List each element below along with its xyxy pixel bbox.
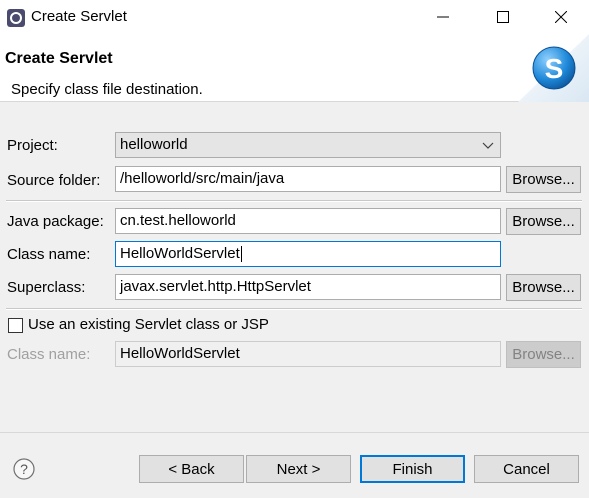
svg-text:S: S xyxy=(545,53,564,84)
project-label: Project: xyxy=(7,137,58,154)
title-bar: Create Servlet xyxy=(0,0,589,34)
cancel-button[interactable]: Cancel xyxy=(474,455,579,483)
close-icon xyxy=(555,11,567,23)
help-icon[interactable]: ? xyxy=(13,458,35,480)
source-folder-browse-button[interactable]: Browse... xyxy=(506,166,581,193)
java-package-label: Java package: xyxy=(7,213,104,230)
chevron-down-icon xyxy=(482,142,494,149)
existing-class-name-field: HelloWorldServlet xyxy=(115,341,501,367)
eclipse-app-icon xyxy=(7,9,25,27)
project-value: helloworld xyxy=(120,136,188,153)
class-name-field[interactable]: HelloWorldServlet xyxy=(115,241,501,267)
java-package-browse-button[interactable]: Browse... xyxy=(506,208,581,235)
minimize-button[interactable] xyxy=(420,0,466,34)
separator xyxy=(6,308,582,310)
minimize-icon xyxy=(437,16,449,18)
back-button[interactable]: < Back xyxy=(139,455,244,483)
maximize-icon xyxy=(497,11,509,23)
close-button[interactable] xyxy=(538,0,584,34)
java-package-field[interactable]: cn.test.helloworld xyxy=(115,208,501,234)
superclass-browse-button[interactable]: Browse... xyxy=(506,274,581,301)
superclass-label: Superclass: xyxy=(7,279,86,296)
use-existing-checkbox[interactable] xyxy=(8,318,23,333)
wizard-description: Specify class file destination. xyxy=(11,81,203,98)
class-name-value: HelloWorldServlet xyxy=(120,245,240,262)
servlet-banner-icon: S xyxy=(518,34,589,102)
finish-button[interactable]: Finish xyxy=(360,455,465,483)
svg-text:?: ? xyxy=(20,461,28,477)
next-button[interactable]: Next > xyxy=(246,455,351,483)
existing-class-browse-button: Browse... xyxy=(506,341,581,368)
source-folder-label: Source folder: xyxy=(7,172,101,189)
window-title: Create Servlet xyxy=(31,8,127,25)
use-existing-label[interactable]: Use an existing Servlet class or JSP xyxy=(28,316,269,333)
source-folder-field[interactable]: /helloworld/src/main/java xyxy=(115,166,501,192)
wizard-title: Create Servlet xyxy=(5,50,113,67)
wizard-header: Create Servlet Specify class file destin… xyxy=(0,34,589,102)
project-combo[interactable]: helloworld xyxy=(115,132,501,158)
text-caret xyxy=(240,246,242,263)
existing-class-name-label: Class name: xyxy=(7,346,91,363)
separator xyxy=(6,200,582,202)
class-name-label: Class name: xyxy=(7,246,91,263)
maximize-button[interactable] xyxy=(480,0,526,34)
superclass-field[interactable]: javax.servlet.http.HttpServlet xyxy=(115,274,501,300)
